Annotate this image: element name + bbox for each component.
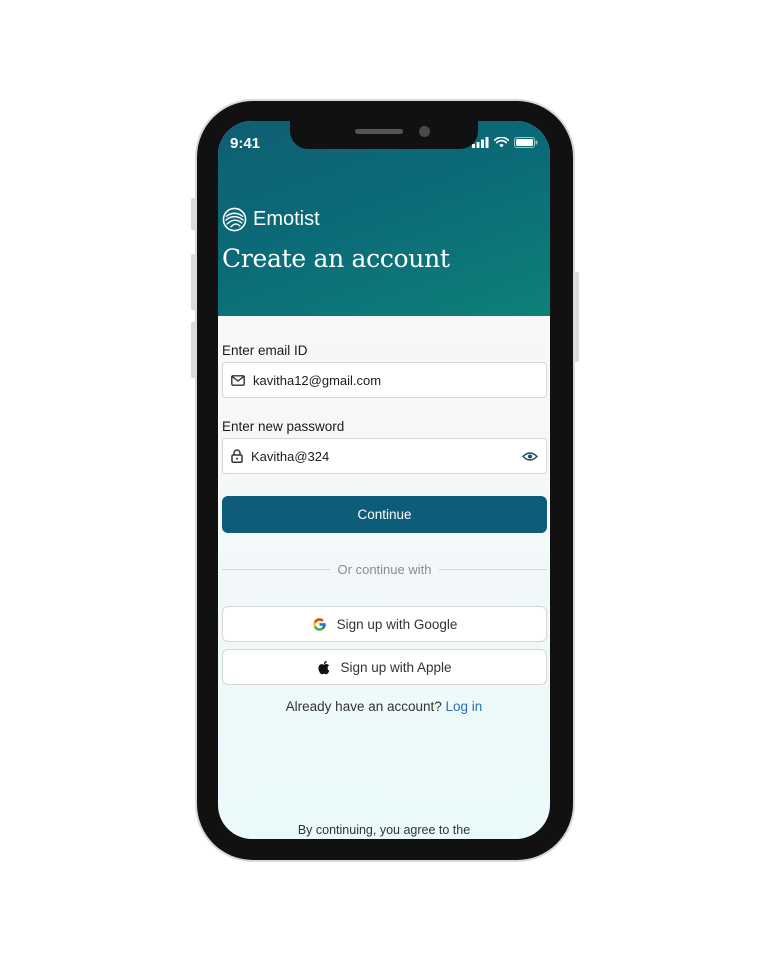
phone-side-button xyxy=(573,272,579,362)
phone-notch xyxy=(290,121,478,149)
login-prompt-text: Already have an account? xyxy=(285,699,442,714)
google-icon xyxy=(312,617,326,631)
wifi-icon xyxy=(494,137,509,148)
continue-button[interactable]: Continue xyxy=(222,496,547,533)
phone-side-button xyxy=(191,254,197,310)
front-camera xyxy=(419,126,430,137)
divider-line xyxy=(222,569,330,570)
status-icons xyxy=(472,137,538,148)
phone-screen: 9:41 Emotist Create an account Enter ema… xyxy=(218,121,550,839)
login-prompt: Already have an account? Log in xyxy=(218,699,550,714)
password-label: Enter new password xyxy=(222,419,345,434)
or-divider: Or continue with xyxy=(222,562,547,577)
page-title: Create an account xyxy=(222,244,450,273)
email-value[interactable]: kavitha12@gmail.com xyxy=(253,373,538,388)
divider-line xyxy=(439,569,547,570)
email-field[interactable]: kavitha12@gmail.com xyxy=(222,362,547,398)
password-field[interactable]: Kavitha@324 xyxy=(222,438,547,474)
battery-icon xyxy=(514,137,538,148)
login-link[interactable]: Log in xyxy=(446,699,483,714)
divider-text: Or continue with xyxy=(337,562,432,577)
brand-name: Emotist xyxy=(253,208,320,230)
brand: Emotist xyxy=(222,207,320,232)
eye-icon[interactable] xyxy=(522,451,538,462)
apple-icon xyxy=(318,660,330,674)
phone-side-button xyxy=(191,198,197,230)
apple-button-label: Sign up with Apple xyxy=(340,659,452,675)
emotist-logo-icon xyxy=(222,207,247,232)
mail-icon xyxy=(231,374,245,386)
header: 9:41 Emotist Create an account xyxy=(218,121,550,316)
google-signup-button[interactable]: Sign up with Google xyxy=(222,606,547,642)
email-label: Enter email ID xyxy=(222,343,308,358)
status-time: 9:41 xyxy=(230,135,261,152)
google-button-label: Sign up with Google xyxy=(336,616,458,632)
lock-icon xyxy=(231,449,243,463)
phone-side-button xyxy=(191,322,197,378)
terms-text: By continuing, you agree to the xyxy=(297,823,471,837)
password-value[interactable]: Kavitha@324 xyxy=(251,449,522,464)
speaker-grille xyxy=(355,129,403,134)
apple-signup-button[interactable]: Sign up with Apple xyxy=(222,649,547,685)
